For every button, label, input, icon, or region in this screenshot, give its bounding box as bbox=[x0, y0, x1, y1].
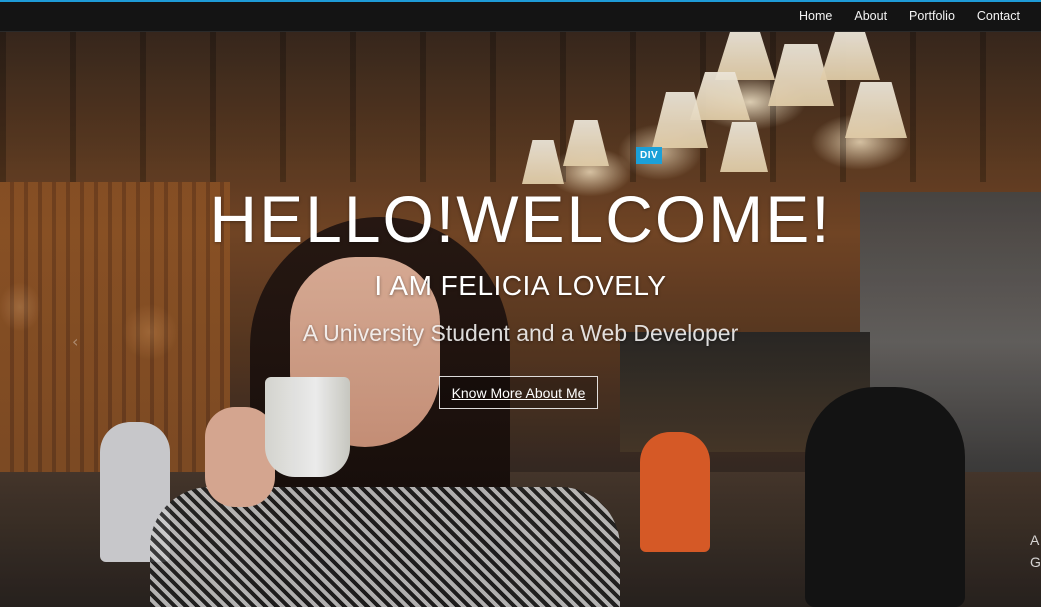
hero-tagline: A University Student and a Web Developer bbox=[302, 320, 739, 346]
nav-contact-link[interactable]: Contact bbox=[966, 2, 1031, 31]
main-nav: Home About Portfolio Contact bbox=[788, 2, 1031, 31]
nav-home-link[interactable]: Home bbox=[788, 2, 843, 31]
carousel-caption-peek: A G bbox=[1030, 529, 1041, 573]
know-more-button[interactable]: Know More About Me bbox=[439, 376, 598, 409]
caption-line-1: A bbox=[1030, 532, 1040, 548]
caption-line-2: G bbox=[1030, 554, 1041, 570]
hero-title: HELLO!WELCOME! bbox=[209, 182, 832, 256]
navbar: Home About Portfolio Contact bbox=[0, 2, 1041, 32]
nav-about-link[interactable]: About bbox=[843, 2, 898, 31]
div-debug-badge: DIV bbox=[636, 147, 663, 164]
nav-portfolio-link[interactable]: Portfolio bbox=[898, 2, 966, 31]
hero-subtitle: I AM FELICIA LOVELY bbox=[374, 270, 667, 301]
hero-section: ‹ DIV HELLO!WELCOME! I AM FELICIA LOVELY… bbox=[0, 32, 1041, 607]
